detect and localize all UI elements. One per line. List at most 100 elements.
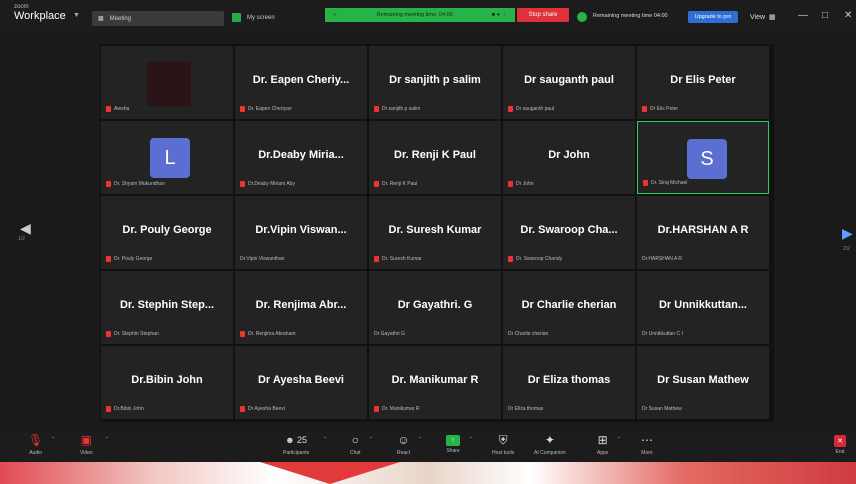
participant-display-name: Dr sanjith p salim xyxy=(389,74,481,86)
chevron-down-icon[interactable]: ▼ xyxy=(73,12,80,19)
participant-label-text: Dr Eliza thomas xyxy=(508,406,544,412)
sharing-status-bar[interactable]: ✓ Remaining meeting time: 04:00 ■ ● ⋮ xyxy=(325,8,515,22)
video-off-icon: ▣ xyxy=(80,433,93,447)
participant-display-name: Dr.Vipin Viswan... xyxy=(255,224,347,236)
screen-tab[interactable]: My screen xyxy=(232,13,275,22)
participant-name-label: Dr.Deaby Miriam Aby xyxy=(240,181,295,187)
participant-tile[interactable]: S Dr. Siraj Michael xyxy=(637,121,769,194)
participant-tile[interactable]: Dr. Manikumar R Dr. Manikumar R xyxy=(369,346,501,419)
react-caret-icon[interactable]: ˆ xyxy=(419,438,421,444)
participant-video xyxy=(147,62,191,106)
sharing-status-text: Remaining meeting time: 04:00 xyxy=(376,12,453,18)
sharing-controls-icon: ■ ● ⋮ xyxy=(491,12,507,18)
apps-grid-icon: ⊞ xyxy=(597,433,608,447)
participants-label: Participants xyxy=(283,450,310,456)
participant-tile[interactable]: Dr Ayesha Beevi Dr Ayesha Beevi xyxy=(235,346,367,419)
participant-name-label: Dr. Suresh Kumar xyxy=(374,256,422,262)
participant-tile[interactable]: Dr.Deaby Miria... Dr.Deaby Miriam Aby xyxy=(235,121,367,194)
more-button[interactable]: ⋯ More xyxy=(641,433,653,456)
share-caret-icon[interactable]: ˆ xyxy=(470,438,472,444)
microphone-muted-icon xyxy=(240,406,245,412)
participant-tile[interactable]: Aiesha xyxy=(101,46,233,119)
participant-display-name: Dr Unnikkuttan... xyxy=(658,299,747,311)
participant-tile[interactable]: Dr.Vipin Viswan... Dr.Vipin Viswanthan xyxy=(235,196,367,269)
ai-companion-button[interactable]: ✦ AI Companion xyxy=(534,433,566,456)
microphone-muted-icon xyxy=(508,256,513,262)
shield-icon: ⛨ xyxy=(498,433,508,447)
participant-display-name: Dr Gayathri. G xyxy=(397,299,473,311)
participant-tile[interactable]: Dr Susan Mathew Dr Susan Mathew xyxy=(637,346,769,419)
participant-count: 25 xyxy=(297,435,308,445)
participant-tile[interactable]: Dr John Dr John xyxy=(503,121,635,194)
microphone-muted-icon xyxy=(374,181,379,187)
audio-button[interactable]: 🎙 Audio xyxy=(28,433,43,456)
share-button[interactable]: ↑ Share xyxy=(446,433,460,454)
participant-tile[interactable]: Dr. Pouly George Dr. Pouly George xyxy=(101,196,233,269)
share-indicator-icon: ✓ xyxy=(333,12,338,18)
previous-page-arrow-icon[interactable]: ◀ xyxy=(20,220,31,237)
chat-icon: ○ xyxy=(351,433,359,447)
chat-button[interactable]: ○ Chat xyxy=(350,433,361,456)
participant-display-name: Dr sauganth paul xyxy=(524,74,614,86)
react-button[interactable]: ☺ React xyxy=(397,433,410,456)
logo-name: Workplace xyxy=(14,10,66,22)
participant-tile[interactable]: Dr. Eapen Cheriy... Dr. Eapen Cheriyan xyxy=(235,46,367,119)
participant-tile[interactable]: Dr.Bibin John Dr.Bibin John xyxy=(101,346,233,419)
participant-display-name: Dr Eliza thomas xyxy=(527,374,611,386)
participant-name-label: Dr Ayesha Beevi xyxy=(240,406,285,412)
microphone-muted-icon xyxy=(106,406,111,412)
participants-icon: ☻ 25 xyxy=(285,435,308,445)
participant-name-label: Dr. Swaroop Chandy xyxy=(508,256,562,262)
participant-tile[interactable]: Dr Gayathri. G Dr Gayathri G xyxy=(369,271,501,344)
microphone-muted-icon xyxy=(642,106,647,112)
meeting-tab[interactable]: ▩ Meeting xyxy=(92,11,224,26)
host-tools-label: Host tools xyxy=(492,450,515,456)
participant-tile[interactable]: Dr sanjith p salim Dr sanjith p salim xyxy=(369,46,501,119)
video-options-caret-icon[interactable]: ˆ xyxy=(106,438,108,444)
video-button[interactable]: ▣ Video xyxy=(80,433,93,456)
next-page-arrow-icon[interactable]: ▶ xyxy=(842,225,853,242)
chat-caret-icon[interactable]: ˆ xyxy=(370,438,372,444)
share-label: Share xyxy=(446,448,460,454)
participant-label-text: Dr. Manikumar R xyxy=(382,406,420,412)
participant-tile[interactable]: Dr. Swaroop Cha... Dr. Swaroop Chandy xyxy=(503,196,635,269)
apps-caret-icon[interactable]: ˆ xyxy=(618,438,620,444)
participant-tile[interactable]: L Dr. Shyam Mukundhan xyxy=(101,121,233,194)
participant-tile[interactable]: Dr Unnikkuttan... Dr Unnikkuttan C I xyxy=(637,271,769,344)
participant-tile[interactable]: Dr Charlie cherian Dr Charlie cherian xyxy=(503,271,635,344)
host-tools-button[interactable]: ⛨ Host tools xyxy=(492,433,514,456)
stop-share-label: Stop share xyxy=(528,12,558,18)
participant-label-text: Dr sanjith p salim xyxy=(382,106,421,112)
participant-name-label: Dr. Manikumar R xyxy=(374,406,420,412)
end-meeting-button[interactable]: ✕ End xyxy=(834,433,846,455)
desktop-wallpaper xyxy=(0,462,856,484)
security-shield-icon[interactable] xyxy=(577,12,587,22)
upgrade-button[interactable]: Upgrade to pro xyxy=(688,11,738,23)
close-icon[interactable]: ✕ xyxy=(844,10,852,21)
audio-options-caret-icon[interactable]: ˆ xyxy=(52,438,54,444)
apps-button[interactable]: ⊞ Apps xyxy=(597,433,608,456)
participant-tile[interactable]: Dr. Renjima Abr... Dr. Renjima Abraham xyxy=(235,271,367,344)
participant-tile[interactable]: Dr.HARSHAN A R Dr.HARSHAN A R xyxy=(637,196,769,269)
stop-share-button[interactable]: Stop share xyxy=(517,8,569,22)
meeting-icon: ▩ xyxy=(98,16,104,22)
react-label: React xyxy=(397,450,411,456)
participant-tile[interactable]: Dr sauganth paul Dr sauganth paul xyxy=(503,46,635,119)
participant-tile[interactable]: Dr. Renji K Paul Dr. Renji K Paul xyxy=(369,121,501,194)
participant-tile[interactable]: Dr Eliza thomas Dr Eliza thomas xyxy=(503,346,635,419)
microphone-muted-icon xyxy=(106,181,111,187)
participant-name-label: Dr Elis Peter xyxy=(642,106,678,112)
app-logo: zoom Workplace xyxy=(14,4,66,22)
participant-tile[interactable]: Dr. Stephin Step... Dr. Stephin Stephan xyxy=(101,271,233,344)
participants-button[interactable]: ☻ 25 Participants xyxy=(283,433,309,456)
participant-label-text: Dr Elis Peter xyxy=(650,106,679,112)
participant-name-label: Dr.HARSHAN A R xyxy=(642,256,682,262)
maximize-icon[interactable]: □ xyxy=(822,10,828,21)
participant-gallery: Aiesha Dr. Eapen Cheriy... Dr. Eapen Cheri… xyxy=(100,44,774,422)
participant-tile[interactable]: Dr. Suresh Kumar Dr. Suresh Kumar xyxy=(369,196,501,269)
participant-name-label: Dr John xyxy=(508,181,534,187)
participants-caret-icon[interactable]: ˆ xyxy=(324,438,326,444)
view-button[interactable]: View ▦ xyxy=(750,13,776,22)
participant-tile[interactable]: Dr Elis Peter Dr Elis Peter xyxy=(637,46,769,119)
minimize-icon[interactable]: — xyxy=(798,10,808,21)
